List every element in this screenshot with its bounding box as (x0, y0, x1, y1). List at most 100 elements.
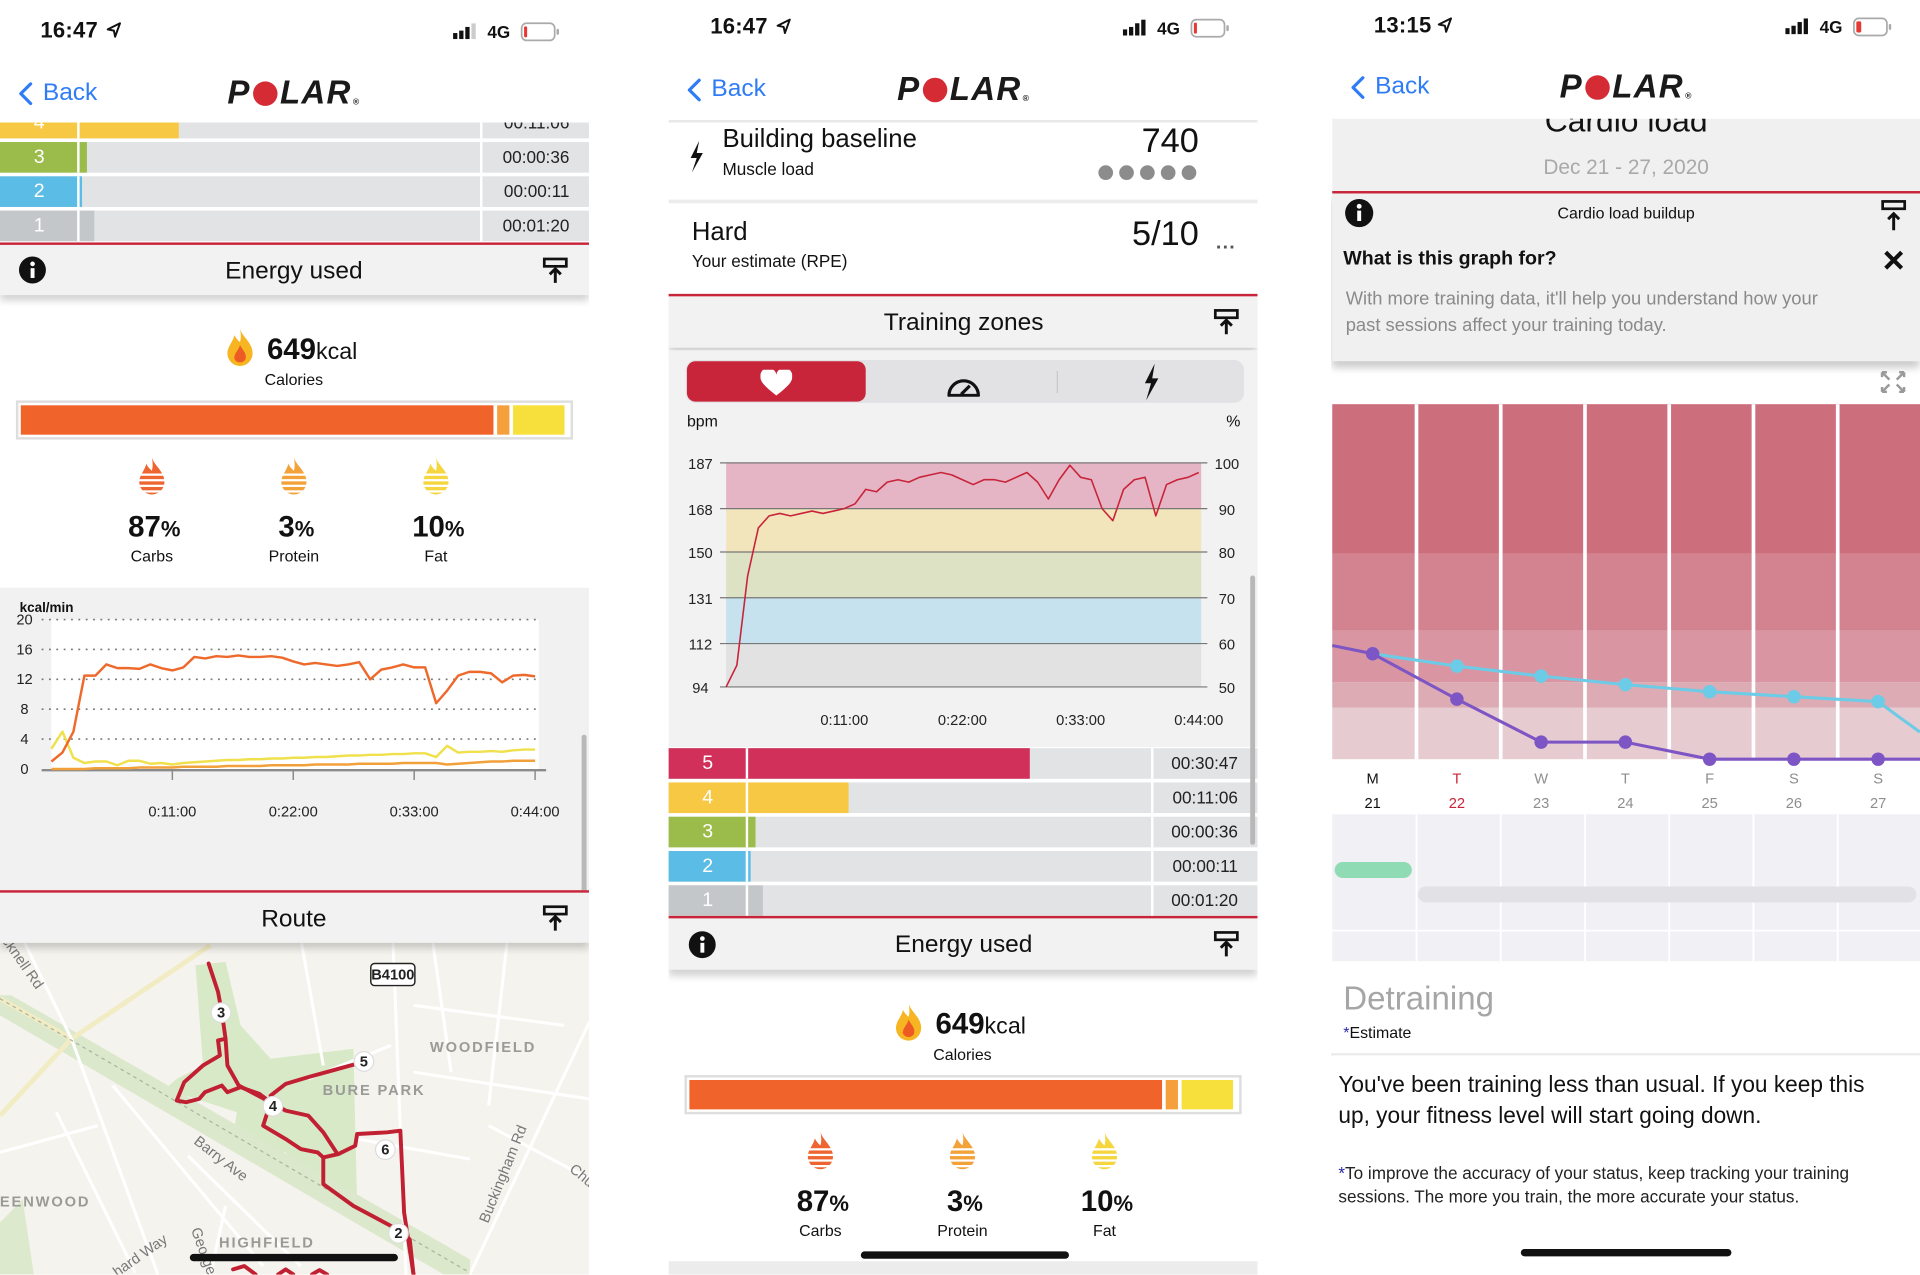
section-title: Energy used (894, 931, 1033, 959)
zone-row[interactable]: 3 00:00:36 (0, 142, 589, 173)
home-indicator[interactable] (860, 1251, 1069, 1259)
x-tick-label: 0:44:00 (1174, 713, 1223, 729)
zone-row[interactable]: 1 00:01:20 (668, 885, 1258, 916)
zone-duration: 00:11:06 (504, 122, 569, 138)
chevron-left-icon (1351, 75, 1365, 99)
battery-low-icon (1190, 18, 1229, 38)
info-icon[interactable] (18, 256, 46, 284)
macro-percent: 3% (947, 1185, 983, 1219)
cardio-load-buildup-card: Cardio load buildup What is this graph f… (1332, 191, 1920, 362)
calories-value: 649kcal (936, 1008, 1026, 1042)
footnote-line1: *To improve the accuracy of your status,… (1338, 1163, 1849, 1183)
zone-row[interactable]: 1 00:01:20 (0, 210, 589, 242)
load-series-point-0 (1702, 684, 1717, 699)
kcal-number: 649 (266, 333, 316, 367)
load-dot (1119, 165, 1134, 181)
zone-row[interactable]: 4 00:11:06 (0, 122, 589, 139)
percent-unit: % (1113, 1191, 1134, 1216)
export-icon[interactable] (542, 905, 568, 932)
muscle-load-row[interactable]: Building baseline Muscle load 740 (669, 121, 1258, 200)
y-tick-label: 168 (688, 503, 713, 519)
zone-duration: 00:00:11 (503, 181, 570, 201)
kcal-number: 649 (935, 1007, 985, 1041)
more-options-button[interactable]: ... (1216, 233, 1236, 255)
divider (1151, 885, 1154, 916)
tab-power[interactable] (1059, 361, 1243, 401)
divider (77, 142, 80, 173)
load-dot (1181, 165, 1197, 181)
back-button[interactable]: Back (1351, 73, 1430, 101)
rpe-row[interactable]: Hard Your estimate (RPE) 5/10 ... (669, 203, 1258, 294)
back-button[interactable]: Back (18, 79, 97, 107)
info-icon[interactable] (688, 931, 716, 959)
export-icon[interactable] (542, 257, 568, 284)
heart-rate-chart: 94 50 112 60 131 70 150 80 168 90 187 100 0:11:00 0:2… (688, 457, 1239, 729)
load-dot (1160, 165, 1176, 181)
location-arrow-icon (776, 18, 791, 35)
section-title: Training zones (883, 309, 1044, 337)
route-map[interactable]: WOODFIELD BURE PARK EENWOOD HIGHFIELD cknell… (0, 942, 589, 1275)
muscle-load-title: Building baseline (722, 124, 917, 154)
lap-marker-label: 2 (394, 1226, 402, 1242)
zone-number: 4 (668, 782, 747, 814)
polar-logo: P LAR ® (227, 74, 360, 112)
macro-label: Protein (937, 1221, 988, 1240)
zone-number: 2 (668, 851, 747, 882)
load-series-point-1 (1871, 752, 1885, 766)
percent-value: 3 (946, 1185, 964, 1219)
load-series-point-1 (1618, 735, 1633, 749)
day-separator (1667, 404, 1672, 760)
network-type: 4G (1157, 18, 1181, 38)
zone-duration: 00:00:11 (1172, 855, 1238, 876)
zone-row[interactable]: 2 00:00:11 (668, 851, 1258, 882)
registered-mark: ® (1022, 94, 1031, 104)
percent-unit: % (160, 516, 181, 542)
day-letter: M (1367, 772, 1379, 788)
zone-row[interactable]: 5 00:30:47 (668, 748, 1258, 779)
screenshot-collage: 16:47 4G Back PLAR® 400:11:06300:00:3620… (0, 0, 1920, 1275)
home-indicator[interactable] (1520, 1248, 1732, 1257)
energy-source-bar (15, 400, 574, 440)
macro-label: Fat (424, 546, 448, 566)
polar-logo: P LAR ® (1560, 68, 1693, 106)
macro-percent: 3% (278, 511, 314, 545)
section-title: Energy used (225, 257, 363, 285)
zone-row[interactable]: 4 00:11:06 (668, 782, 1258, 814)
y-tick-label: 94 (692, 681, 708, 697)
day-date: 26 (1786, 796, 1802, 812)
day-date: 24 (1617, 796, 1633, 812)
striped-flame-icon (421, 456, 450, 495)
status-pill-current (1334, 862, 1412, 878)
zone-row[interactable]: 3 00:00:36 (668, 816, 1258, 848)
back-button[interactable]: Back (687, 75, 766, 103)
back-label: Back (1375, 72, 1430, 100)
x-tick-label: 0:33:00 (1056, 713, 1105, 729)
export-icon[interactable] (1881, 200, 1907, 232)
cardio-load-title-bar: Cardio load Dec 21 - 27, 2020 (1332, 118, 1920, 192)
map-street-label: George (187, 1226, 219, 1275)
export-icon[interactable] (1213, 309, 1239, 336)
info-icon[interactable] (1344, 198, 1374, 228)
estimate-note: *Estimate (1343, 1023, 1411, 1041)
y-tick-label: 187 (688, 457, 713, 473)
home-indicator[interactable] (189, 1253, 398, 1262)
load-band (1332, 707, 1920, 760)
zone-row[interactable]: 2 00:00:11 (0, 176, 589, 207)
close-icon[interactable] (1883, 250, 1904, 271)
y-tick-label: 150 (688, 546, 713, 562)
tab-speed[interactable] (872, 361, 1056, 401)
day-date: 22 (1449, 796, 1465, 812)
export-icon[interactable] (1213, 931, 1239, 958)
day-letter: T (1621, 772, 1630, 788)
scrollbar[interactable] (1250, 575, 1256, 845)
screen-cardio-load: 13:15 4G Back P LAR ® Cardio load Dec 21 -… (1331, 0, 1920, 1275)
lap-marker-label: 5 (360, 1054, 368, 1070)
tab-heart-rate[interactable] (686, 361, 866, 402)
zone-duration: 00:01:20 (502, 215, 570, 236)
expand-icon[interactable] (1880, 370, 1907, 394)
status-title: Detraining (1343, 980, 1494, 1017)
lap-marker-label: 3 (217, 1006, 225, 1022)
day-letter: S (1873, 772, 1883, 788)
x-tick-label: 0:22:00 (269, 805, 318, 821)
day-letter: S (1789, 772, 1799, 788)
